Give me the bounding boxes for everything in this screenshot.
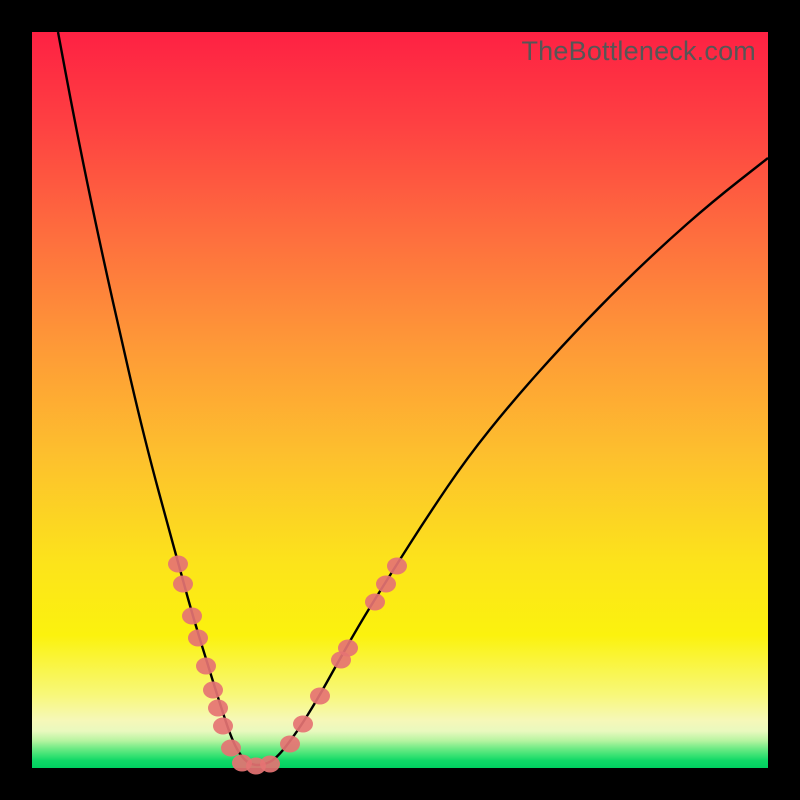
curve-marker xyxy=(203,682,223,699)
curve-marker xyxy=(168,556,188,573)
curve-marker xyxy=(213,718,233,735)
curve-marker xyxy=(196,658,216,675)
curve-marker xyxy=(188,630,208,647)
curve-marker xyxy=(338,640,358,657)
curve-marker xyxy=(365,594,385,611)
plot-area: TheBottleneck.com xyxy=(32,32,768,768)
curve-marker xyxy=(173,576,193,593)
curve-marker xyxy=(280,736,300,753)
bottleneck-curve xyxy=(58,32,768,765)
curve-marker xyxy=(376,576,396,593)
curve-svg xyxy=(32,32,768,768)
chart-frame: TheBottleneck.com xyxy=(0,0,800,800)
curve-marker xyxy=(260,756,280,773)
curve-marker xyxy=(221,740,241,757)
curve-marker xyxy=(310,688,330,705)
marker-group xyxy=(168,556,407,775)
curve-marker xyxy=(182,608,202,625)
curve-marker xyxy=(208,700,228,717)
curve-marker xyxy=(387,558,407,575)
curve-marker xyxy=(293,716,313,733)
